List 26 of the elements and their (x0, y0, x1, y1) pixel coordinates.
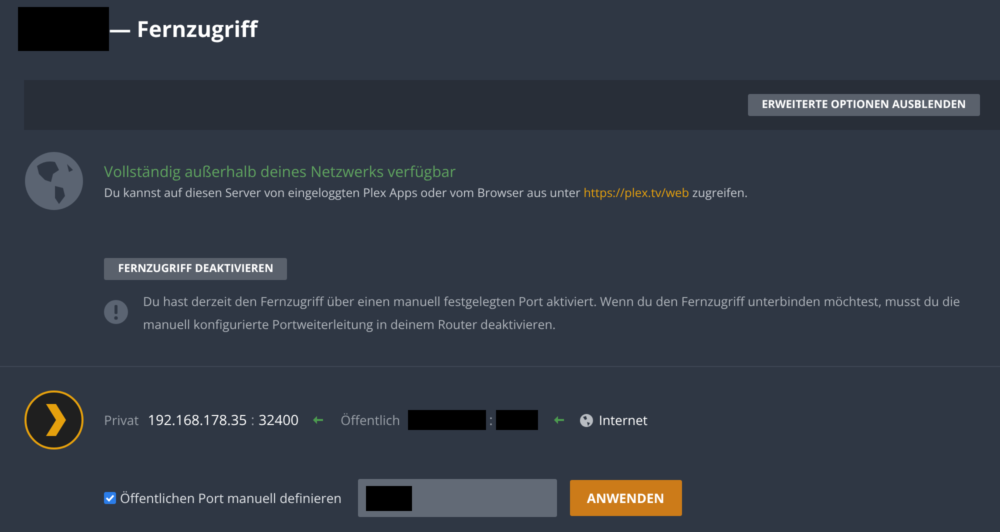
private-label: Privat (104, 410, 139, 430)
separator: : (489, 410, 493, 431)
private-ip: 192.168.178.35 (148, 410, 247, 431)
plex-link[interactable]: https://plex.tv/web (584, 184, 690, 201)
notice-text: Du hast derzeit den Fernzugriff über einen manuell festgelegten Port aktiviert. Wenn du den Fernzugriff unterbinden möchtest, musst du die manuell konfigurierte Portweiterleitung in deinem Router deaktivieren. (143, 292, 962, 336)
checkbox-label: Öffentlichen Port manuell definieren (120, 488, 342, 508)
arrow-left-icon (312, 416, 323, 424)
public-label: Öffentlich (340, 410, 400, 430)
private-port: 32400 (258, 410, 299, 431)
port-input-field[interactable] (358, 479, 557, 518)
page-title: — Fernzugriff (109, 18, 258, 40)
internet-label: Internet (598, 410, 648, 430)
separator: : (250, 410, 255, 431)
hide-options-button[interactable]: ERWEITERTE OPTIONEN AUSBLENDEN (748, 94, 980, 116)
disable-remote-button[interactable]: FERNZUGRIFF DEAKTIVIEREN (104, 258, 288, 280)
status-description: Du kannst auf diesen Server von eingeloggten Plex Apps oder vom Browser aus unter https://plex.tv/web zugreifen. (104, 184, 748, 202)
redaction-block (366, 486, 412, 511)
globe-icon (580, 414, 593, 427)
globe-icon (25, 152, 83, 210)
apply-button[interactable]: ANWENDEN (570, 480, 682, 516)
warning-icon (104, 300, 128, 324)
chevron-logo-icon (24, 390, 84, 450)
status-heading: Vollständig außerhalb deines Netzwerks verfügbar (104, 162, 457, 182)
arrow-left-icon (554, 416, 564, 424)
redaction-block (496, 410, 538, 430)
checkbox[interactable] (104, 492, 116, 504)
